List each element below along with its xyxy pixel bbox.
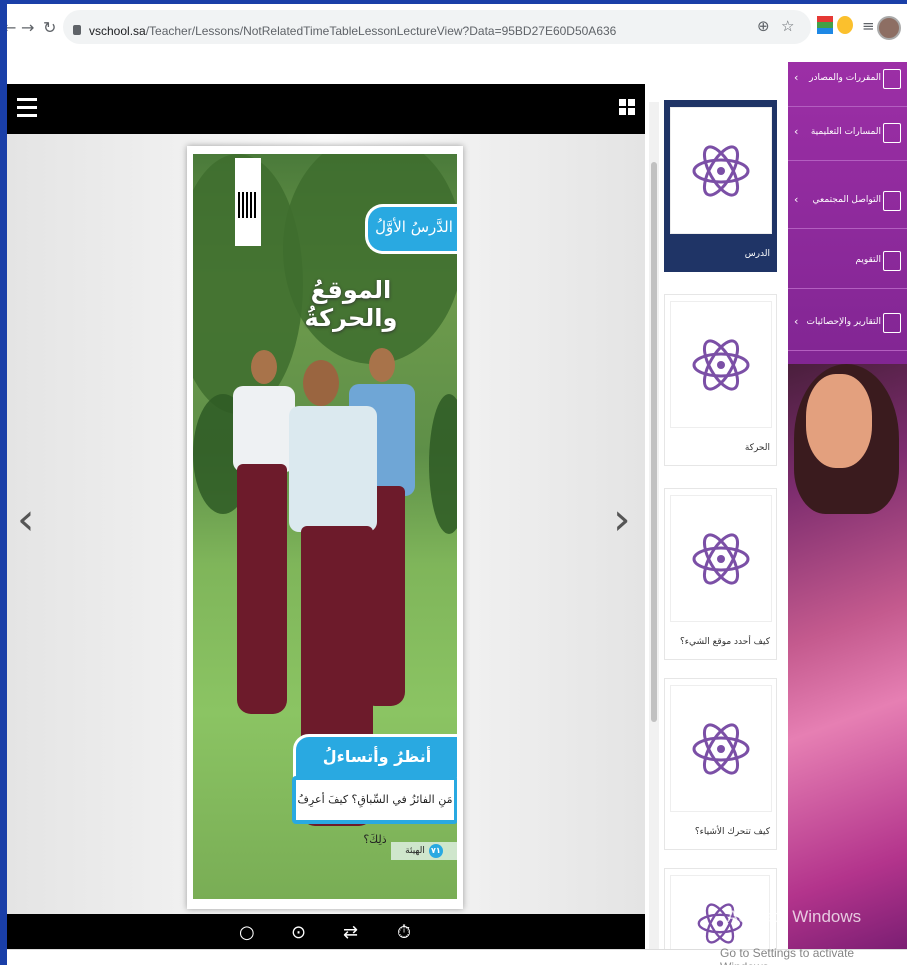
courses-icon xyxy=(883,69,901,89)
reading-list-icon[interactable]: ≡ xyxy=(862,17,875,35)
zoom-icon[interactable]: ⊙ xyxy=(291,922,306,943)
community-icon xyxy=(883,191,901,211)
menu-dots-icon[interactable]: ⋮ xyxy=(901,17,907,35)
viewer-top-bar xyxy=(7,84,645,134)
lesson-card[interactable]: الدرس xyxy=(664,100,777,272)
side-navigation: ‹ المقررات والمصادر ‹ المسارات التعليمية… xyxy=(788,62,907,949)
page-title: الموقعُ والحركةُ xyxy=(304,276,398,332)
learning-paths-icon xyxy=(883,123,901,143)
reload-icon[interactable]: ↻ xyxy=(43,18,56,37)
nav-item-calendar[interactable]: التقويم xyxy=(788,236,907,289)
back-icon[interactable]: ← xyxy=(7,18,16,37)
grid-view-icon[interactable] xyxy=(619,99,635,115)
lesson-tag: الدَّرسُ الأوَّلُ xyxy=(365,204,457,254)
book-viewer: ‹ › الدَّرسُ الأوَّلُ الموقعُ والحركةُ أ… xyxy=(7,84,645,949)
nav-item-community[interactable]: ‹ التواصل المجتمعي xyxy=(788,176,907,229)
prev-page-arrow[interactable]: ‹ xyxy=(17,494,35,545)
nav-item-reports[interactable]: ‹ التقارير والإحصائيات xyxy=(788,298,907,351)
lesson-card[interactable]: كيف تتحرك الأشياء؟ xyxy=(664,678,777,850)
windows-watermark-subtitle: Go to Settings to activate Windows. xyxy=(720,946,855,965)
nav-item-label: التقارير والإحصائيات xyxy=(806,317,881,327)
question-box: مَنِ الفائزُ في السِّباقِ؟ كيفَ أعرِفُ ذ… xyxy=(292,776,457,846)
page-footer: الهيئة ٧١ xyxy=(391,842,457,860)
url-host: vschool.sa xyxy=(89,24,146,38)
look-wonder-heading: أنظرُ وأتساءلُ xyxy=(293,734,457,780)
scrollbar[interactable] xyxy=(649,102,659,949)
page-photo: الدَّرسُ الأوَّلُ الموقعُ والحركةُ أنظرُ… xyxy=(193,154,457,899)
menu-icon[interactable] xyxy=(17,98,37,118)
nav-item-label: التقويم xyxy=(855,255,881,265)
chevron-icon: ‹ xyxy=(794,315,799,328)
qr-code xyxy=(235,158,261,246)
lessons-panel: الدرس الحركة كيف أحدد موقع الشيء؟ كيف تت… xyxy=(645,62,788,951)
atom-icon xyxy=(670,107,772,234)
lesson-card-label: كيف تتحرك الأشياء؟ xyxy=(694,827,770,837)
nav-item-learning-paths[interactable]: ‹ المسارات التعليمية xyxy=(788,108,907,161)
nav-item-label: المقررات والمصادر xyxy=(809,73,881,83)
nav-item-courses[interactable]: ‹ المقررات والمصادر xyxy=(788,62,907,107)
page-number: ٧١ xyxy=(428,844,443,858)
extension-icon[interactable] xyxy=(817,16,833,34)
calendar-icon xyxy=(883,251,901,271)
search-icon[interactable]: ○ xyxy=(239,922,255,943)
url-path: /Teacher/Lessons/NotRelatedTimeTableLess… xyxy=(145,24,617,38)
bookmark-star-icon[interactable]: ☆ xyxy=(781,17,794,35)
url-text[interactable]: vschool.sa/Teacher/Lessons/NotRelatedTim… xyxy=(89,24,616,38)
browser-window: ← → ↻ vschool.sa/Teacher/Lessons/NotRela… xyxy=(7,4,907,965)
lesson-card[interactable]: الحركة xyxy=(664,294,777,466)
chevron-icon: ‹ xyxy=(794,71,799,84)
address-bar[interactable]: vschool.sa/Teacher/Lessons/NotRelatedTim… xyxy=(63,10,811,44)
swap-icon[interactable]: ⇄ xyxy=(343,922,358,943)
lesson-card[interactable]: كيف أحدد موقع الشيء؟ xyxy=(664,488,777,660)
next-page-arrow[interactable]: › xyxy=(613,494,631,545)
nav-item-label: التواصل المجتمعي xyxy=(812,195,881,205)
lesson-card-label: الحركة xyxy=(744,443,770,453)
timer-icon[interactable]: ⏱ xyxy=(397,922,411,943)
zoom-icon[interactable]: ⊕ xyxy=(757,17,770,35)
footer-label: الهيئة xyxy=(405,846,425,856)
lesson-card-label: الدرس xyxy=(744,249,770,259)
windows-watermark-title: Activate Windows xyxy=(727,907,862,926)
atom-icon xyxy=(670,301,772,428)
chevron-icon: ‹ xyxy=(794,125,799,138)
profile-avatar[interactable] xyxy=(877,16,901,40)
chevron-icon: ‹ xyxy=(794,193,799,206)
nav-item-label: المسارات التعليمية xyxy=(810,127,881,137)
forward-icon[interactable]: → xyxy=(21,18,34,37)
atom-icon xyxy=(670,495,772,622)
lock-icon xyxy=(73,25,81,35)
extension-icon[interactable] xyxy=(837,16,853,34)
viewer-bottom-bar xyxy=(7,914,645,949)
lesson-card-label: كيف أحدد موقع الشيء؟ xyxy=(679,637,770,647)
browser-toolbar: ← → ↻ vschool.sa/Teacher/Lessons/NotRela… xyxy=(7,4,907,62)
decorative-student-image xyxy=(788,364,907,949)
reports-icon xyxy=(883,313,901,333)
atom-icon xyxy=(670,685,772,812)
book-page: الدَّرسُ الأوَّلُ الموقعُ والحركةُ أنظرُ… xyxy=(187,146,463,909)
